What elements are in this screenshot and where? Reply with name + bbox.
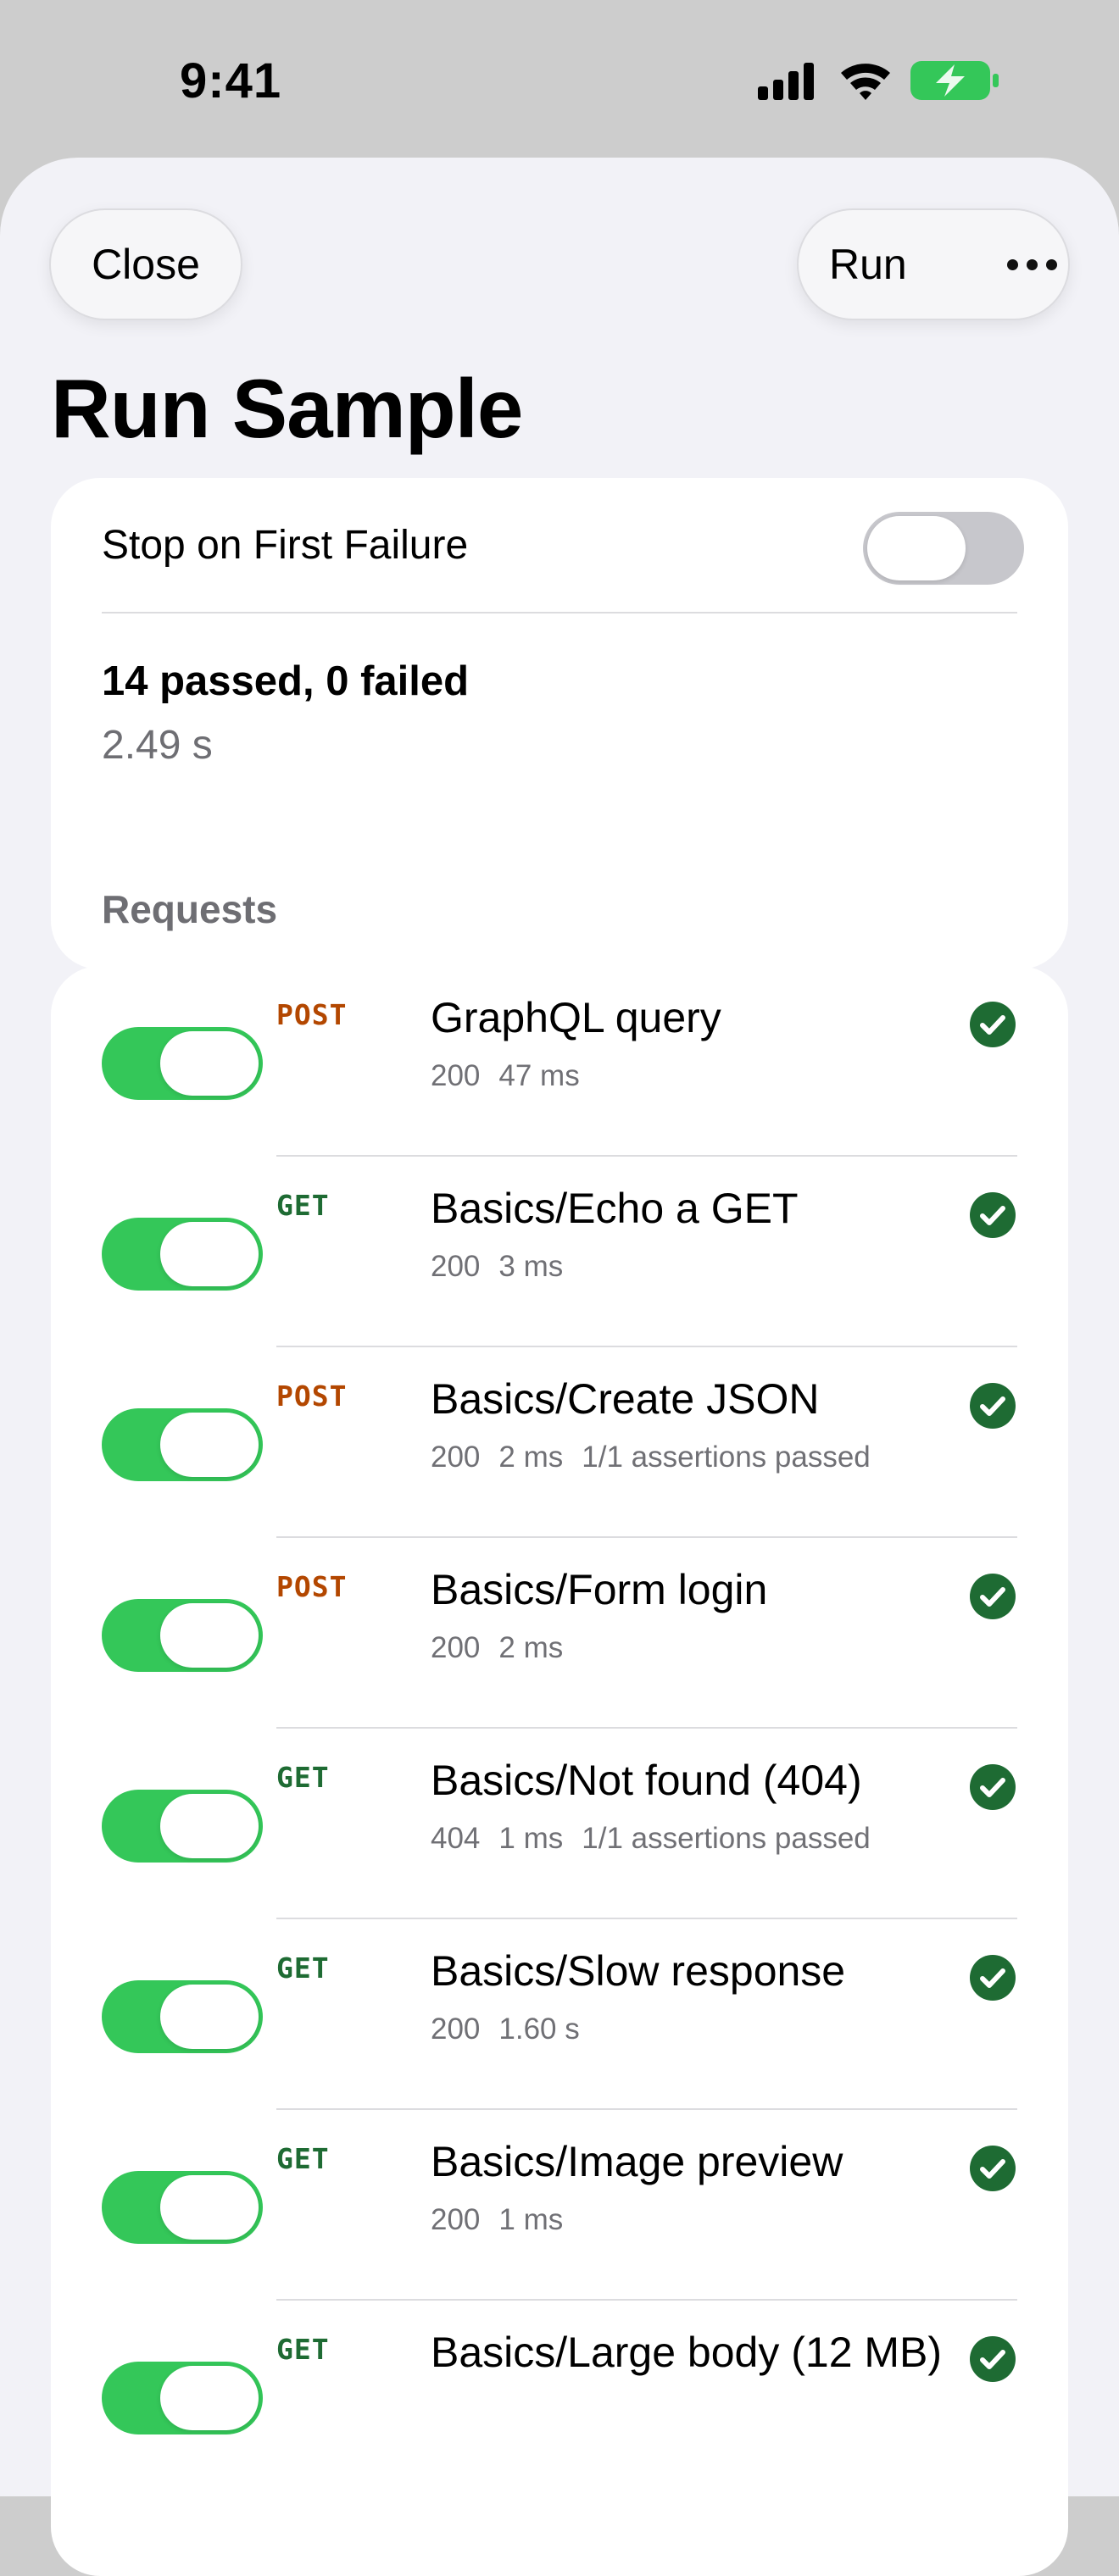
stop-on-failure-label: Stop on First Failure xyxy=(102,523,469,568)
request-meta: 200 2 ms 1/1 assertions passed xyxy=(431,1441,889,1474)
response-time: 47 ms xyxy=(498,1059,580,1092)
battery-charging-icon xyxy=(910,61,999,100)
status-code: 404 xyxy=(431,1822,481,1855)
http-method: GET xyxy=(276,1761,330,1794)
status-code: 200 xyxy=(431,2203,481,2236)
page-title: Run Sample xyxy=(51,362,523,455)
request-enabled-toggle[interactable] xyxy=(102,1027,263,1100)
http-method: GET xyxy=(276,2333,330,2366)
list-item[interactable]: POST Basics/Create JSON 200 2 ms 1/1 asser… xyxy=(51,1347,1068,1538)
checkmark-circle-icon xyxy=(970,1574,1016,1619)
response-time: 1 ms xyxy=(498,1822,564,1855)
status-bar: 9:41 xyxy=(0,0,1119,161)
status-code: 200 xyxy=(431,1059,481,1092)
status-time: 9:41 xyxy=(180,53,282,108)
checkmark-circle-icon xyxy=(970,1955,1016,2001)
response-time: 2 ms xyxy=(498,1441,564,1474)
checkmark-circle-icon xyxy=(970,2336,1016,2382)
request-enabled-toggle[interactable] xyxy=(102,2171,263,2244)
request-name: Basics/Slow response xyxy=(431,1947,846,1995)
list-item[interactable]: POST GraphQL query 200 47 ms xyxy=(51,966,1068,1157)
run-sample-sheet: Close Run Run Sample Stop on First Failu… xyxy=(0,158,1119,2576)
request-meta: 200 1 ms xyxy=(431,2203,582,2237)
status-icons xyxy=(758,59,1004,102)
checkmark-circle-icon xyxy=(970,1383,1016,1429)
http-method: POST xyxy=(276,1380,348,1413)
http-method: GET xyxy=(276,1189,330,1222)
request-meta: 200 2 ms xyxy=(431,1631,582,1665)
list-item[interactable]: POST Basics/Form login 200 2 ms xyxy=(51,1538,1068,1729)
checkmark-circle-icon xyxy=(970,1002,1016,1047)
assertions-result: 1/1 assertions passed xyxy=(582,1441,871,1474)
stop-on-failure-toggle[interactable] xyxy=(863,512,1024,585)
http-method: GET xyxy=(276,1951,330,1985)
list-item[interactable]: GET Basics/Echo a GET 200 3 ms xyxy=(51,1157,1068,1347)
response-time: 1.60 s xyxy=(498,2012,580,2046)
total-duration: 2.49 s xyxy=(102,723,213,768)
response-time: 2 ms xyxy=(498,1631,564,1664)
list-item[interactable]: GET Basics/Large body (12 MB) xyxy=(51,2301,1068,2491)
stop-on-failure-row: Stop on First Failure xyxy=(51,478,1068,613)
request-enabled-toggle[interactable] xyxy=(102,1599,263,1672)
assertions-result: 1/1 assertions passed xyxy=(582,1822,871,1855)
checkmark-circle-icon xyxy=(970,2146,1016,2191)
requests-list: POST GraphQL query 200 47 ms GET Basics/E… xyxy=(51,966,1068,2576)
request-enabled-toggle[interactable] xyxy=(102,1218,263,1291)
close-label: Close xyxy=(92,241,200,288)
results-summary: 14 passed, 0 failed xyxy=(102,658,470,704)
wifi-icon xyxy=(841,64,890,100)
checkmark-circle-icon xyxy=(970,1192,1016,1238)
request-meta: 200 3 ms xyxy=(431,1250,582,1284)
more-options-icon[interactable] xyxy=(1007,258,1057,270)
response-time: 1 ms xyxy=(498,2203,564,2236)
cellular-signal-icon xyxy=(758,63,814,100)
checkmark-circle-icon xyxy=(970,1764,1016,1810)
status-code: 200 xyxy=(431,1441,481,1474)
close-button[interactable]: Close xyxy=(49,208,242,320)
status-code: 200 xyxy=(431,2012,481,2046)
request-name: GraphQL query xyxy=(431,994,721,1041)
request-name: Basics/Form login xyxy=(431,1566,768,1613)
request-name: Basics/Image preview xyxy=(431,2138,843,2185)
run-button[interactable]: Run xyxy=(829,240,956,289)
request-name: Basics/Echo a GET xyxy=(431,1185,799,1232)
response-time: 3 ms xyxy=(498,1250,564,1283)
request-enabled-toggle[interactable] xyxy=(102,1408,263,1481)
http-method: POST xyxy=(276,998,348,1031)
http-method: POST xyxy=(276,1570,348,1603)
status-code: 200 xyxy=(431,1631,481,1664)
request-meta: 404 1 ms 1/1 assertions passed xyxy=(431,1822,889,1856)
request-meta: 200 47 ms xyxy=(431,1059,598,1093)
request-enabled-toggle[interactable] xyxy=(102,2362,263,2434)
http-method: GET xyxy=(276,2142,330,2175)
request-meta: 200 1.60 s xyxy=(431,2012,598,2046)
run-menu-group: Run xyxy=(797,208,1070,320)
request-name: Basics/Create JSON xyxy=(431,1375,820,1423)
request-enabled-toggle[interactable] xyxy=(102,1790,263,1863)
list-item[interactable]: GET Basics/Image preview 200 1 ms xyxy=(51,2110,1068,2301)
divider xyxy=(102,612,1017,613)
requests-section-header: Requests xyxy=(102,887,278,931)
request-name: Basics/Large body (12 MB) xyxy=(431,2329,943,2376)
list-item[interactable]: GET Basics/Slow response 200 1.60 s xyxy=(51,1919,1068,2110)
status-code: 200 xyxy=(431,1250,481,1283)
list-item[interactable]: GET Basics/Not found (404) 404 1 ms 1/1 as… xyxy=(51,1729,1068,1919)
request-enabled-toggle[interactable] xyxy=(102,1980,263,2053)
request-name: Basics/Not found (404) xyxy=(431,1757,862,1804)
